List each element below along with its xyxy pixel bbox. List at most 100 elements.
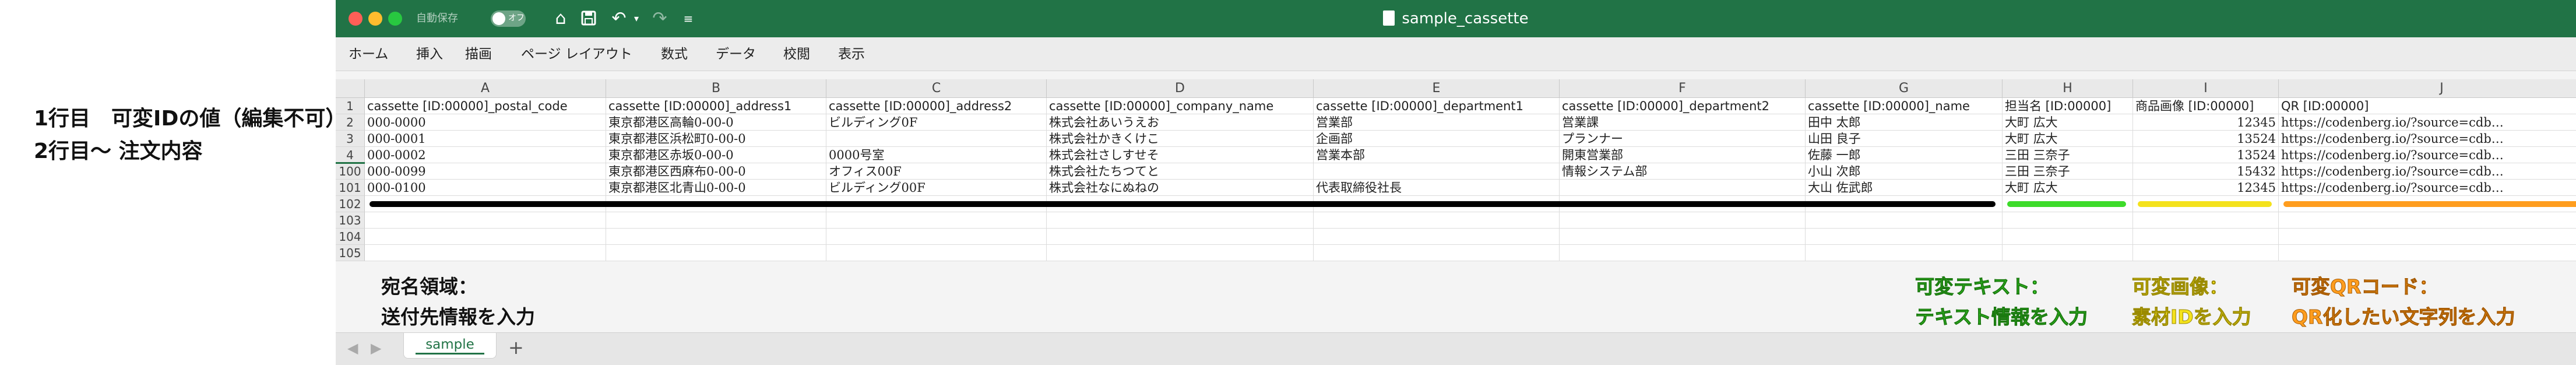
column-header-e[interactable]: E <box>1314 79 1560 98</box>
column-header-a[interactable]: A <box>365 79 606 98</box>
tab-review[interactable]: 校閲 <box>783 37 810 71</box>
cell-f105[interactable] <box>1560 245 1806 261</box>
column-header-h[interactable]: H <box>2003 79 2133 98</box>
cell-a105[interactable] <box>365 245 606 261</box>
cell-c101[interactable]: ビルディング00F <box>826 180 1047 196</box>
cell-c4[interactable]: 0000号室 <box>826 147 1047 163</box>
cell-i3[interactable]: 13524 <box>2133 131 2279 147</box>
cell-d101[interactable]: 株式会社なにぬねの <box>1047 180 1314 196</box>
column-header-c[interactable]: C <box>826 79 1047 98</box>
cell-h4[interactable]: 三田 三奈子 <box>2003 147 2133 163</box>
cell-e101[interactable]: 代表取締役社長 <box>1314 180 1560 196</box>
cell-a100[interactable]: 000-0099 <box>365 163 606 180</box>
row-header-3[interactable]: 3 <box>336 131 365 147</box>
cell-j105[interactable] <box>2279 245 2576 261</box>
cell-e103[interactable] <box>1314 212 1560 229</box>
cell-i4[interactable]: 13524 <box>2133 147 2279 163</box>
cell-c104[interactable] <box>826 229 1047 245</box>
row-header-100[interactable]: 100 <box>336 163 365 180</box>
cell-c105[interactable] <box>826 245 1047 261</box>
column-header-b[interactable]: B <box>606 79 826 98</box>
cell-e4[interactable]: 営業本部 <box>1314 147 1560 163</box>
select-all-corner[interactable] <box>336 79 365 98</box>
cell-g4[interactable]: 佐藤 一郎 <box>1806 147 2003 163</box>
cell-g100[interactable]: 小山 次郎 <box>1806 163 2003 180</box>
cell-c3[interactable] <box>826 131 1047 147</box>
cell-e3[interactable]: 企画部 <box>1314 131 1560 147</box>
column-header-d[interactable]: D <box>1047 79 1314 98</box>
cell-b105[interactable] <box>606 245 826 261</box>
cell-e100[interactable] <box>1314 163 1560 180</box>
cell-c1[interactable]: cassette [ID:00000]_address2 <box>826 98 1047 114</box>
cell-a4[interactable]: 000-0002 <box>365 147 606 163</box>
cell-d105[interactable] <box>1047 245 1314 261</box>
column-header-g[interactable]: G <box>1806 79 2003 98</box>
row-header-102[interactable]: 102 <box>336 196 365 212</box>
cell-h101[interactable]: 大町 広大 <box>2003 180 2133 196</box>
cell-f101[interactable] <box>1560 180 1806 196</box>
cell-d4[interactable]: 株式会社さしすせそ <box>1047 147 1314 163</box>
cell-i100[interactable]: 15432 <box>2133 163 2279 180</box>
cell-e105[interactable] <box>1314 245 1560 261</box>
cell-c103[interactable] <box>826 212 1047 229</box>
tab-draw[interactable]: 描画 <box>465 37 492 71</box>
cell-b1[interactable]: cassette [ID:00000]_address1 <box>606 98 826 114</box>
row-header-105[interactable]: 105 <box>336 245 365 261</box>
cell-g3[interactable]: 山田 良子 <box>1806 131 2003 147</box>
cell-h104[interactable] <box>2003 229 2133 245</box>
cell-i101[interactable]: 12345 <box>2133 180 2279 196</box>
row-header-101[interactable]: 101 <box>336 180 365 196</box>
cell-a101[interactable]: 000-0100 <box>365 180 606 196</box>
cell-i103[interactable] <box>2133 212 2279 229</box>
cell-f104[interactable] <box>1560 229 1806 245</box>
cell-g101[interactable]: 大山 佐武郎 <box>1806 180 2003 196</box>
cell-g2[interactable]: 田中 太郎 <box>1806 114 2003 131</box>
cell-i1[interactable]: 商品画像 [ID:00000] <box>2133 98 2279 114</box>
row-header-2[interactable]: 2 <box>336 114 365 131</box>
row-header-103[interactable]: 103 <box>336 212 365 229</box>
cell-h3[interactable]: 大町 広大 <box>2003 131 2133 147</box>
tab-page-layout[interactable]: ページ レイアウト <box>521 37 632 71</box>
cell-b103[interactable] <box>606 212 826 229</box>
next-sheet-icon[interactable]: ▶ <box>371 340 381 356</box>
cell-d100[interactable]: 株式会社たちつてと <box>1047 163 1314 180</box>
cell-j1[interactable]: QR [ID:00000] <box>2279 98 2576 114</box>
cell-f4[interactable]: 開東営業部 <box>1560 147 1806 163</box>
cell-a3[interactable]: 000-0001 <box>365 131 606 147</box>
cell-f3[interactable]: プランナー <box>1560 131 1806 147</box>
tab-formulas[interactable]: 数式 <box>661 37 688 71</box>
tab-view[interactable]: 表示 <box>838 37 865 71</box>
tab-home[interactable]: ホーム <box>349 37 388 71</box>
cell-i105[interactable] <box>2133 245 2279 261</box>
tab-insert[interactable]: 挿入 <box>416 37 443 71</box>
cell-d2[interactable]: 株式会社あいうえお <box>1047 114 1314 131</box>
cell-b101[interactable]: 東京都港区北青山0-00-0 <box>606 180 826 196</box>
cell-e2[interactable]: 営業部 <box>1314 114 1560 131</box>
cell-j104[interactable] <box>2279 229 2576 245</box>
cell-b104[interactable] <box>606 229 826 245</box>
cell-g105[interactable] <box>1806 245 2003 261</box>
cell-b2[interactable]: 東京都港区高輪0-00-0 <box>606 114 826 131</box>
cell-b4[interactable]: 東京都港区赤坂0-00-0 <box>606 147 826 163</box>
cell-f100[interactable]: 情報システム部 <box>1560 163 1806 180</box>
row-header-104[interactable]: 104 <box>336 229 365 245</box>
cell-f1[interactable]: cassette [ID:00000]_department2 <box>1560 98 1806 114</box>
cell-g1[interactable]: cassette [ID:00000]_name <box>1806 98 2003 114</box>
cell-i104[interactable] <box>2133 229 2279 245</box>
row-header-4[interactable]: 4 <box>336 147 365 163</box>
cell-j3[interactable]: https://codenberg.io/?source=cdb… <box>2279 131 2576 147</box>
cell-e1[interactable]: cassette [ID:00000]_department1 <box>1314 98 1560 114</box>
cell-c2[interactable]: ビルディング0F <box>826 114 1047 131</box>
cell-d1[interactable]: cassette [ID:00000]_company_name <box>1047 98 1314 114</box>
cell-a1[interactable]: cassette [ID:00000]_postal_code <box>365 98 606 114</box>
prev-sheet-icon[interactable]: ◀ <box>347 340 358 356</box>
column-header-j[interactable]: J <box>2279 79 2576 98</box>
cell-d103[interactable] <box>1047 212 1314 229</box>
cell-e104[interactable] <box>1314 229 1560 245</box>
row-header-1[interactable]: 1 <box>336 98 365 114</box>
cell-a2[interactable]: 000-0000 <box>365 114 606 131</box>
cell-i2[interactable]: 12345 <box>2133 114 2279 131</box>
tab-data[interactable]: データ <box>716 37 756 71</box>
cell-j100[interactable]: https://codenberg.io/?source=cdb… <box>2279 163 2576 180</box>
cell-f2[interactable]: 営業課 <box>1560 114 1806 131</box>
